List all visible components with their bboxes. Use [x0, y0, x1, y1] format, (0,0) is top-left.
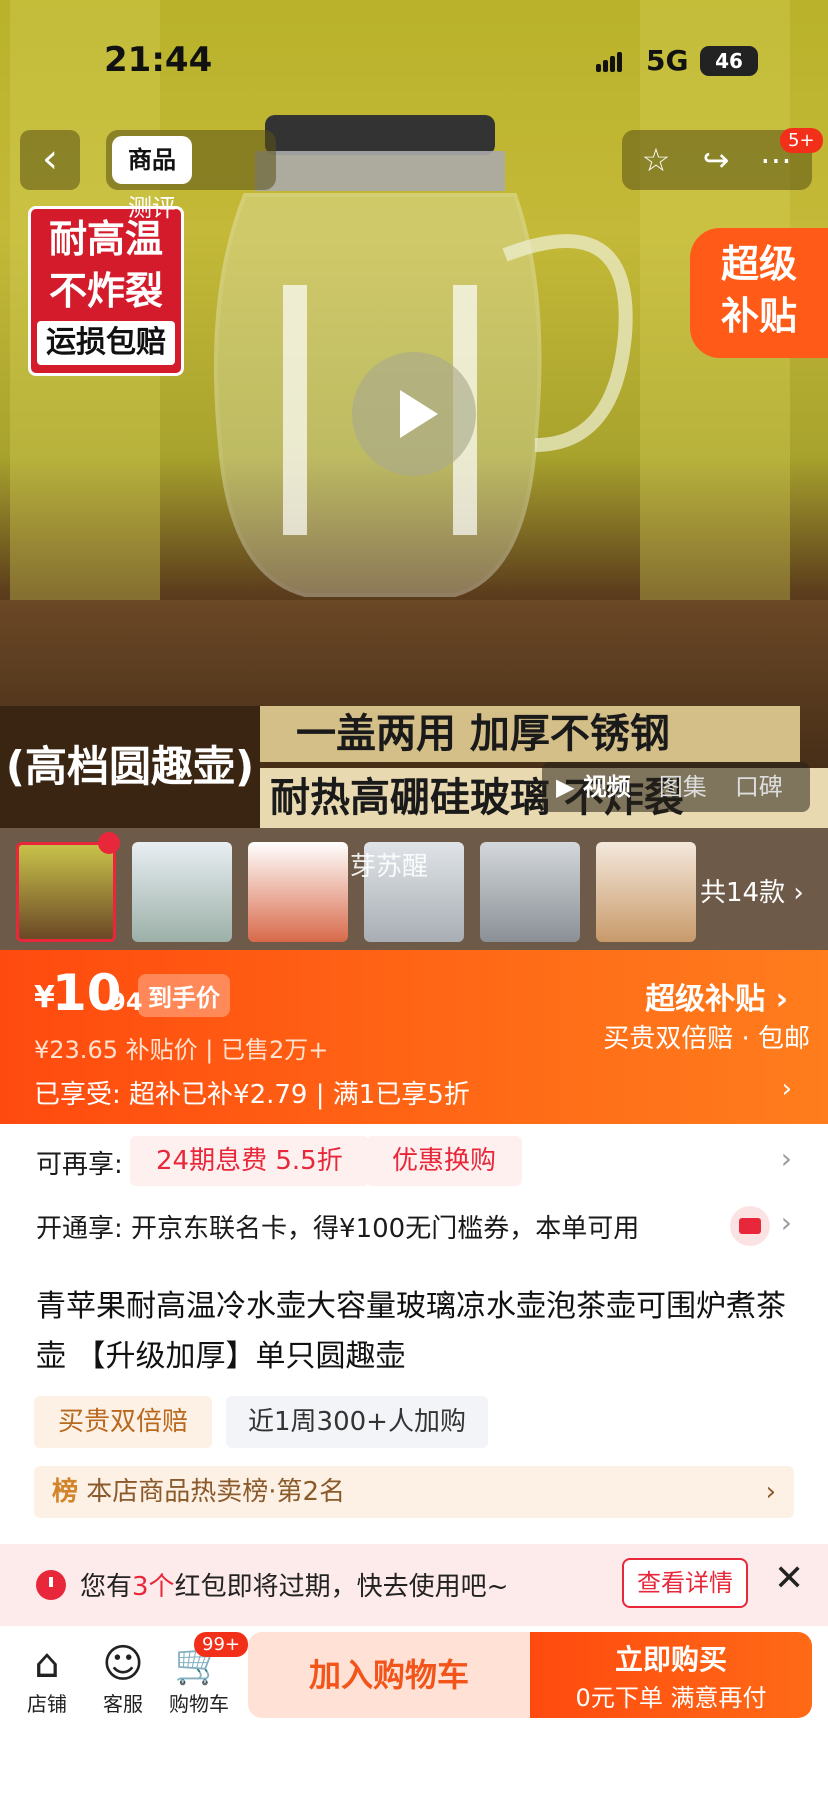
super-subsidy-link[interactable]: 超级补贴 ›	[645, 974, 788, 1018]
selected-dot	[98, 832, 120, 854]
store-button[interactable]: ⌂ 店铺	[12, 1640, 82, 1717]
card-icon	[730, 1206, 770, 1246]
clock: 21:44	[104, 40, 213, 80]
subsidy-price-line: ¥23.65 补贴价 | 已售2万+	[34, 1036, 329, 1064]
close-icon[interactable]: ✕	[774, 1558, 804, 1599]
coupon-message: 您有3个红包即将过期，快去使用吧~	[80, 1572, 509, 1602]
trade-in-pill[interactable]: 优惠换购	[366, 1136, 523, 1186]
media-tab-gallery[interactable]: 图集	[645, 762, 721, 812]
installment-pill[interactable]: 24期息费 5.5折	[130, 1136, 369, 1186]
all-variants-link[interactable]: 共14款 ›	[700, 872, 804, 909]
recent-adds-tag: 近1周300+人加购	[226, 1396, 488, 1448]
message-badge: 5+	[780, 128, 823, 153]
buy-now-button[interactable]: 立即购买 0元下单 满意再付	[530, 1632, 812, 1718]
price-panel: ¥ 10 .94 到手价 ¥23.65 补贴价 | 已售2万+ 已享受: 超补已…	[0, 950, 828, 1124]
price-decimal: .94	[100, 988, 143, 1016]
ranking-icon: 榜	[52, 1477, 79, 1507]
product-title: 青苹果耐高温冷水壶大容量玻璃凉水壶泡茶壶可围炉煮茶壶 【升级加厚】单只圆趣壶	[36, 1289, 786, 1374]
card-offer-text: 开通享: 开京东联名卡，得¥100无门槛券，本单可用	[36, 1214, 640, 1244]
expiring-coupon-banner: 您有3个红包即将过期，快去使用吧~ 查看详情 ✕	[0, 1544, 828, 1626]
media-tabs: ▶ 视频 图集 口碑	[542, 762, 810, 812]
play-video-button[interactable]	[352, 352, 476, 476]
variant-thumb[interactable]	[248, 842, 348, 942]
customer-service-button[interactable]: ☺ 客服	[88, 1640, 158, 1717]
product-hero-media[interactable]: 耐高温 不炸裂 运损包赔 超级 补贴 (高档圆趣壶) 一盖两用 加厚不锈钢 耐热高…	[0, 0, 828, 828]
enjoyed-discounts[interactable]: 已享受: 超补已补¥2.79 | 满1已享5折	[34, 1074, 470, 1111]
store-icon: ⌂	[34, 1641, 60, 1687]
variant-thumb[interactable]	[16, 842, 116, 942]
variant-thumb[interactable]	[596, 842, 696, 942]
chevron-right-icon[interactable]: ›	[782, 1074, 792, 1104]
credit-card-row[interactable]: 开通享: 开京东联名卡，得¥100无门槛券，本单可用 ›	[0, 1198, 828, 1254]
back-button[interactable]: ‹	[20, 130, 80, 190]
more-offers-row[interactable]: 可再享: 24期息费 5.5折 优惠换购 ›	[0, 1134, 828, 1190]
chevron-right-icon: ›	[765, 1477, 776, 1507]
banner-top: 一盖两用 加厚不锈钢	[260, 706, 800, 762]
favorite-star-icon[interactable]: ☆	[628, 130, 684, 190]
banner-left: (高档圆趣壶)	[0, 706, 260, 828]
offers-label: 可再享:	[36, 1150, 123, 1180]
price-guarantee-tag[interactable]: 买贵双倍赔	[34, 1396, 213, 1448]
super-subsidy-corner-badge: 超级 补贴	[690, 228, 828, 358]
media-tab-reviews[interactable]: 口碑	[721, 762, 797, 812]
tab-product[interactable]: 商品	[112, 136, 192, 184]
thumb-overlay-name: 芽苏醒	[350, 852, 429, 882]
shop-ranking-bar[interactable]: 榜 本店商品热卖榜·第2名 ›	[34, 1466, 794, 1518]
add-to-cart-button[interactable]: 加入购物车	[248, 1632, 530, 1718]
tab-review[interactable]: 测评	[112, 184, 192, 232]
variant-thumb[interactable]	[132, 842, 232, 942]
service-smile-icon: ☺	[102, 1641, 144, 1687]
view-details-button[interactable]: 查看详情	[622, 1558, 748, 1608]
battery-icon: 46	[700, 46, 758, 76]
media-tab-video[interactable]: ▶ 视频	[542, 762, 645, 812]
chevron-right-icon[interactable]: ›	[781, 1142, 792, 1175]
cart-count-badge: 99+	[194, 1632, 248, 1657]
status-bar: 21:44 5G 46	[0, 0, 828, 120]
top-tabs: 商品测评	[106, 130, 276, 222]
network-type: 5G	[646, 44, 689, 77]
final-price-label: 到手价	[138, 974, 230, 1017]
signal-icon	[596, 50, 624, 72]
variant-thumb[interactable]	[480, 842, 580, 942]
chevron-right-icon[interactable]: ›	[781, 1206, 792, 1239]
share-icon[interactable]: ↪	[688, 130, 744, 190]
bottom-action-bar: ⌂ 店铺 ☺ 客服 🛒 购物车 99+ 加入购物车 立即购买 0元下单 满意再付	[0, 1626, 828, 1796]
guarantee-text: 买贵双倍赔 · 包邮	[603, 1024, 810, 1054]
clock-alert-icon	[36, 1570, 66, 1600]
